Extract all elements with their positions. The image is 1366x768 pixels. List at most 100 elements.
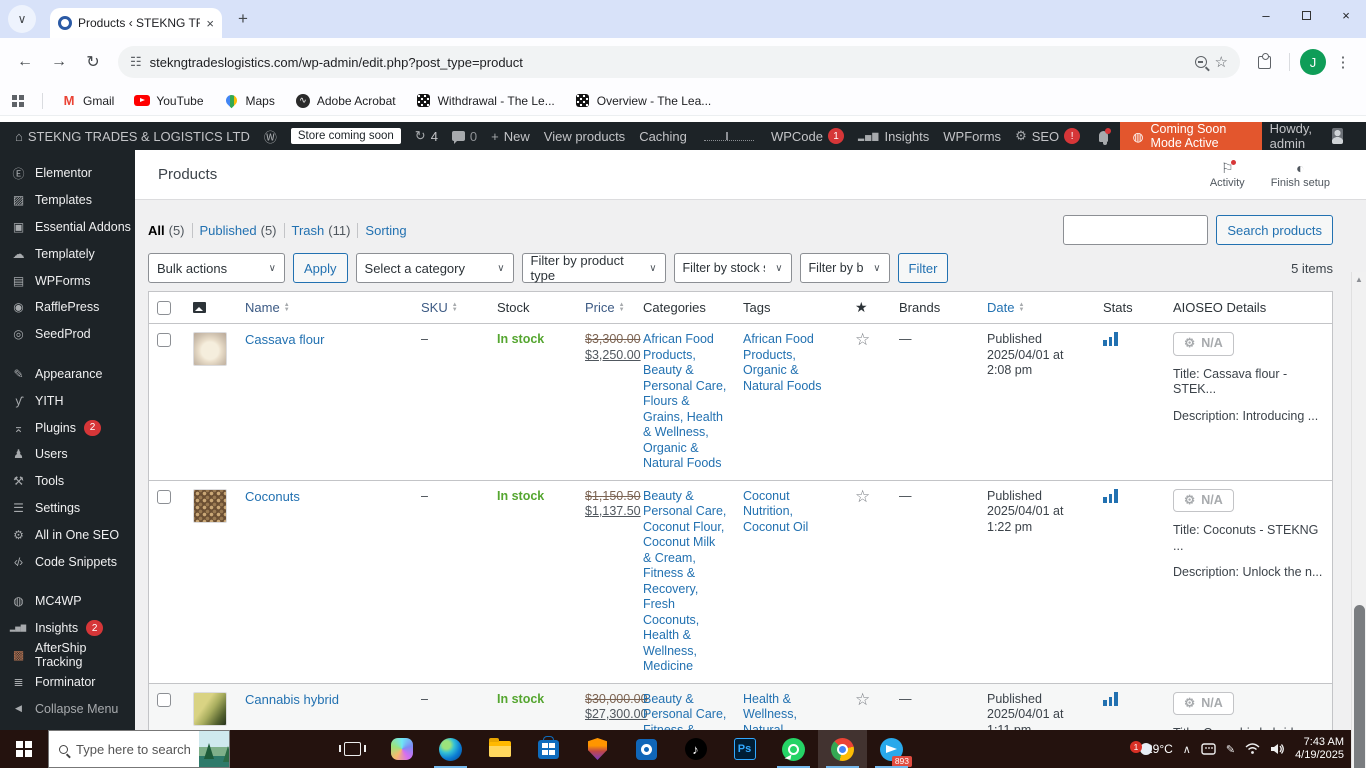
whatsapp-button[interactable] xyxy=(769,730,818,768)
sidebar-item-essential-addons[interactable]: ▣ Essential Addons xyxy=(0,214,135,241)
bookmark-withdrawal[interactable]: Withdrawal - The Le... xyxy=(408,93,563,109)
admin-bar-howdy[interactable]: Howdy, admin xyxy=(1262,121,1351,151)
tag-links[interactable]: Coconut Nutrition, Coconut Oil xyxy=(743,489,808,534)
category-filter-select[interactable]: Select a category ∨ xyxy=(355,253,514,283)
microsoft-store-button[interactable] xyxy=(524,730,573,768)
zoom-out-icon[interactable] xyxy=(1194,56,1207,68)
wp-logo[interactable]: Ⓦ xyxy=(257,122,284,150)
updates-indicator[interactable]: ↻ 4 xyxy=(408,122,445,150)
tag-links[interactable]: Health & Wellness, Natural Remedies xyxy=(743,692,799,731)
scrollbar-thumb[interactable] xyxy=(1354,605,1365,768)
product-name-link[interactable]: Cassava flour xyxy=(245,332,324,347)
bell-icon[interactable] xyxy=(1099,127,1112,145)
sidebar-item-templates[interactable]: ▨ Templates xyxy=(0,187,135,214)
browser-tab[interactable]: Products ‹ STEKNG TRADES & L × xyxy=(50,8,222,38)
store-coming-soon-badge[interactable]: Store coming soon xyxy=(284,122,408,150)
featured-star-icon[interactable]: ☆ xyxy=(855,330,870,349)
extensions-icon[interactable] xyxy=(1258,52,1271,69)
filter-button[interactable]: Filter xyxy=(897,253,949,283)
sidebar-item-yith[interactable]: ƴ YITH xyxy=(0,387,135,414)
column-header-sku[interactable]: SKU ▲ ▼ xyxy=(413,292,489,323)
category-links[interactable]: African Food Products, Beauty & Personal… xyxy=(643,332,726,470)
shield-browser-button[interactable] xyxy=(573,730,622,768)
coming-soon-mode-banner[interactable]: ◍ Coming Soon Mode Active xyxy=(1119,122,1262,150)
stats-icon[interactable] xyxy=(1103,332,1118,346)
outlook-button[interactable] xyxy=(622,730,671,768)
tray-expand-icon[interactable]: ∧ xyxy=(1183,743,1191,756)
sidebar-item-appearance[interactable]: ✎ Appearance xyxy=(0,361,135,388)
bookmark-youtube[interactable]: YouTube xyxy=(126,93,211,109)
chrome-button[interactable] xyxy=(818,730,867,768)
admin-bar-wpforms[interactable]: WPForms xyxy=(936,122,1008,150)
admin-bar-insights[interactable]: ▂▅▇ Insights xyxy=(851,122,936,150)
sidebar-item-aftership[interactable]: ▩ AfterShip Tracking xyxy=(0,641,135,669)
aioseo-na-button[interactable]: ⚙ N/A xyxy=(1173,488,1234,512)
activity-button[interactable]: ⚐ Activity xyxy=(1210,159,1245,189)
sidebar-collapse-menu[interactable]: ◀ Collapse Menu xyxy=(0,695,135,722)
admin-bar-wpcode[interactable]: WPCode 1 xyxy=(764,122,851,150)
aioseo-na-button[interactable]: ⚙ N/A xyxy=(1173,691,1234,715)
admin-bar-seo[interactable]: ⚙ SEO! xyxy=(1008,122,1087,150)
row-checkbox[interactable] xyxy=(157,692,171,707)
copilot-button[interactable] xyxy=(377,730,426,768)
sidebar-item-settings[interactable]: ☰ Settings xyxy=(0,495,135,522)
task-view-button[interactable] xyxy=(328,730,377,768)
sidebar-item-tools[interactable]: ⚒ Tools xyxy=(0,468,135,495)
sidebar-item-elementor[interactable]: Ⓔ Elementor xyxy=(0,160,135,187)
sidebar-item-rafflepress[interactable]: ◉ RafflePress xyxy=(0,294,135,321)
minimize-button[interactable]: – xyxy=(1246,8,1286,23)
forward-button[interactable]: → xyxy=(44,47,74,77)
sidebar-item-code-snippets[interactable]: ‹/› Code Snippets xyxy=(0,548,135,575)
product-thumbnail[interactable] xyxy=(193,691,227,726)
wifi-icon[interactable] xyxy=(1245,743,1260,755)
sidebar-item-seedprod[interactable]: ◎ SeedProd xyxy=(0,321,135,348)
profile-avatar[interactable]: J xyxy=(1300,49,1326,75)
tag-links[interactable]: African Food Products, Organic & Natural… xyxy=(743,332,822,393)
select-all-checkbox[interactable] xyxy=(157,301,171,315)
volume-icon[interactable] xyxy=(1270,743,1285,755)
browser-menu-icon[interactable]: ⋮ xyxy=(1330,53,1356,71)
sidebar-item-templately[interactable]: ☁ Templately xyxy=(0,240,135,267)
featured-star-icon[interactable]: ☆ xyxy=(855,690,870,709)
brand-filter-select[interactable]: Filter by brand∨ xyxy=(799,253,890,283)
product-name-link[interactable]: Coconuts xyxy=(245,489,300,504)
bookmark-overview[interactable]: Overview - The Lea... xyxy=(567,93,720,109)
apps-grid-icon[interactable] xyxy=(12,94,24,107)
bookmark-adobe[interactable]: ∿ Adobe Acrobat xyxy=(287,93,404,109)
view-all[interactable]: All (5) xyxy=(148,222,193,238)
bookmark-maps[interactable]: Maps xyxy=(216,92,283,109)
comments-indicator[interactable]: 0 xyxy=(445,122,484,150)
bookmark-star-icon[interactable]: ☆ xyxy=(1215,53,1228,71)
file-explorer-button[interactable] xyxy=(475,730,524,768)
site-info-icon[interactable]: ☷ xyxy=(130,54,142,70)
product-type-filter-select[interactable]: Filter by product type ∨ xyxy=(521,253,666,283)
admin-bar-caching[interactable]: Caching xyxy=(632,122,694,150)
pen-input-icon[interactable]: ✎ xyxy=(1226,743,1235,756)
sidebar-item-aioseo[interactable]: ⚙ All in One SEO xyxy=(0,521,135,548)
page-scrollbar[interactable]: ▲ ▼ xyxy=(1351,272,1366,768)
view-sorting[interactable]: Sorting xyxy=(358,223,413,238)
address-bar[interactable]: ☷ stekngtradeslogistics.com/wp-admin/edi… xyxy=(118,46,1240,78)
category-links[interactable]: Beauty & Personal Care, Fitness & Recove… xyxy=(643,692,726,731)
search-input[interactable] xyxy=(1063,215,1209,245)
stats-icon[interactable] xyxy=(1103,488,1118,503)
column-header-name[interactable]: Name ▲ ▼ xyxy=(237,292,413,323)
admin-bar-view-products[interactable]: View products xyxy=(537,122,632,150)
view-published[interactable]: Published (5) xyxy=(193,222,285,238)
tiktok-button[interactable]: ♪ xyxy=(671,730,720,768)
back-button[interactable]: ← xyxy=(10,47,40,77)
apply-button[interactable]: Apply xyxy=(293,253,348,283)
edge-button[interactable] xyxy=(426,730,475,768)
admin-bar-new[interactable]: + New xyxy=(484,122,537,150)
category-links[interactable]: Beauty & Personal Care, Coconut Flour, C… xyxy=(643,489,726,674)
taskbar-search[interactable]: Type here to search xyxy=(48,730,230,768)
column-header-price[interactable]: Price ▲ ▼ xyxy=(577,292,635,323)
product-thumbnail[interactable] xyxy=(193,488,227,523)
scroll-up-icon[interactable]: ▲ xyxy=(1355,272,1363,286)
stock-status-filter-select[interactable]: Filter by stock status∨ xyxy=(673,253,792,283)
product-thumbnail[interactable] xyxy=(193,332,227,366)
sidebar-item-insights[interactable]: ▂▅▇ Insights 2 xyxy=(0,615,135,642)
stats-icon[interactable] xyxy=(1103,691,1118,706)
tab-search-button[interactable]: ∨ xyxy=(8,5,36,33)
reload-button[interactable]: ↻ xyxy=(78,47,108,77)
